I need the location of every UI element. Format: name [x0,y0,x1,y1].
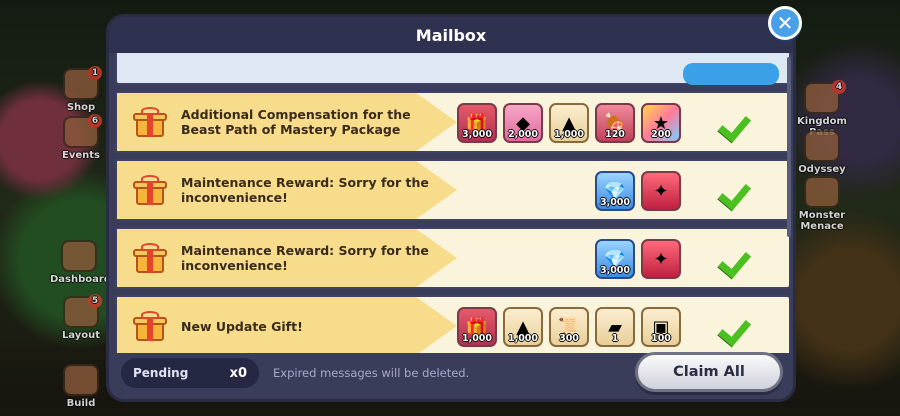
reward-items: 💎 3,000 ✦ [595,239,681,279]
message-title: Maintenance Reward: Sorry for the inconv… [181,175,429,205]
mailbox-modal: Mailbox Additional Compensation for the … [106,14,796,402]
pending-label: Pending [133,366,189,380]
claim-all-button[interactable]: Claim All [635,352,783,392]
message-row[interactable]: Maintenance Reward: Sorry for the inconv… [115,159,791,221]
side-button-label: Monster Menace [798,210,846,232]
modal-title: Mailbox [109,17,793,53]
rune-stone-icon[interactable]: ▲ 1,000 [549,103,589,143]
mailbox-footer: Pending x0 Expired messages will be dele… [109,347,793,399]
item-qty: 300 [559,333,579,344]
pending-count: x0 [229,365,247,381]
item-qty: 100 [651,333,671,344]
side-button-label: Build [66,398,96,409]
message-title: Additional Compensation for the Beast Pa… [181,107,411,137]
expire-note: Expired messages will be deleted. [273,366,470,380]
star-jelly-icon[interactable]: ★ 200 [641,103,681,143]
dashboard-icon [61,240,97,272]
gift-icon [133,243,167,273]
crystal-icon[interactable]: 💎 3,000 [595,171,635,211]
side-button-odyssey[interactable]: Odyssey [796,130,848,175]
treasure-chest-icon[interactable]: ▰ 1 [595,307,635,347]
scroll-icon[interactable]: 📜 300 [549,307,589,347]
message-title: Maintenance Reward: Sorry for the inconv… [181,243,429,273]
claim-check-icon[interactable] [721,109,753,135]
meat-icon[interactable]: 🍖 120 [595,103,635,143]
badge: 5 [88,294,102,308]
item-qty: 1 [611,333,619,344]
cookie-cutter-icon[interactable]: ✦ [641,171,681,211]
claim-check-icon[interactable] [721,313,753,339]
cube-icon[interactable]: ◆ 2,000 [503,103,543,143]
gift-icon [133,311,167,341]
close-icon[interactable]: ✕ [768,6,802,40]
badge: 6 [88,114,102,128]
gift-icon [133,175,167,205]
message-title: New Update Gift! [181,318,303,334]
side-button-label: Shop [66,102,96,113]
item-qty: 1,000 [507,333,539,344]
item-qty: 1,000 [461,333,493,344]
side-button-label: Dashboard [50,274,111,285]
gift-box-icon[interactable]: 🎁 1,000 [457,307,497,347]
item-qty: 1,000 [553,129,585,140]
message-row[interactable]: New Update Gift! 🎁 1,000 ▲ 1,000 📜 300 ▰ 1 ▣… [115,295,791,353]
side-button-label: Layout [61,330,101,341]
side-button-label: Odyssey [798,164,846,175]
odyssey-icon [804,130,840,162]
badge: 4 [832,80,846,94]
rune-stone-icon[interactable]: ▲ 1,000 [503,307,543,347]
message-row[interactable]: Maintenance Reward: Sorry for the inconv… [115,227,791,289]
message-list[interactable]: Additional Compensation for the Beast Pa… [115,53,791,353]
scrollbar[interactable] [787,57,791,237]
reward-items: 🎁 1,000 ▲ 1,000 📜 300 ▰ 1 ▣ 100 [457,307,681,347]
side-button-layout[interactable]: Layout 5 [58,294,104,341]
side-button-build[interactable]: Build [58,364,104,409]
side-button-monster-menace[interactable]: Monster Menace [796,176,848,232]
side-button-events[interactable]: Events 6 [58,114,104,161]
message-row-partial[interactable] [115,53,791,85]
item-qty: 3,000 [461,129,493,140]
item-qty: 3,000 [599,265,631,276]
side-button-shop[interactable]: Shop 1 [58,66,104,113]
side-button-dashboard[interactable]: Dashboard [50,240,111,285]
gift-icon [133,107,167,137]
badge: 1 [88,66,102,80]
item-qty: 120 [605,129,625,140]
crystal-icon[interactable]: 💎 3,000 [595,239,635,279]
claim-check-icon[interactable] [721,177,753,203]
ticket-icon[interactable]: ▣ 100 [641,307,681,347]
reward-items: 🎁 3,000 ◆ 2,000 ▲ 1,000 🍖 120 ★ 200 [457,103,681,143]
message-row[interactable]: Additional Compensation for the Beast Pa… [115,91,791,153]
side-button-label: Events [62,150,100,161]
gift-box-icon[interactable]: 🎁 3,000 [457,103,497,143]
pending-counter: Pending x0 [121,358,259,388]
reward-items: 💎 3,000 ✦ [595,171,681,211]
monster-menace-icon [804,176,840,208]
item-qty: 3,000 [599,197,631,208]
claim-check-icon[interactable] [721,245,753,271]
cookie-cutter-icon[interactable]: ✦ [641,239,681,279]
item-qty: 2,000 [507,129,539,140]
claim-button-partial[interactable] [683,63,779,85]
item-qty: 200 [651,129,671,140]
build-icon [63,364,99,396]
